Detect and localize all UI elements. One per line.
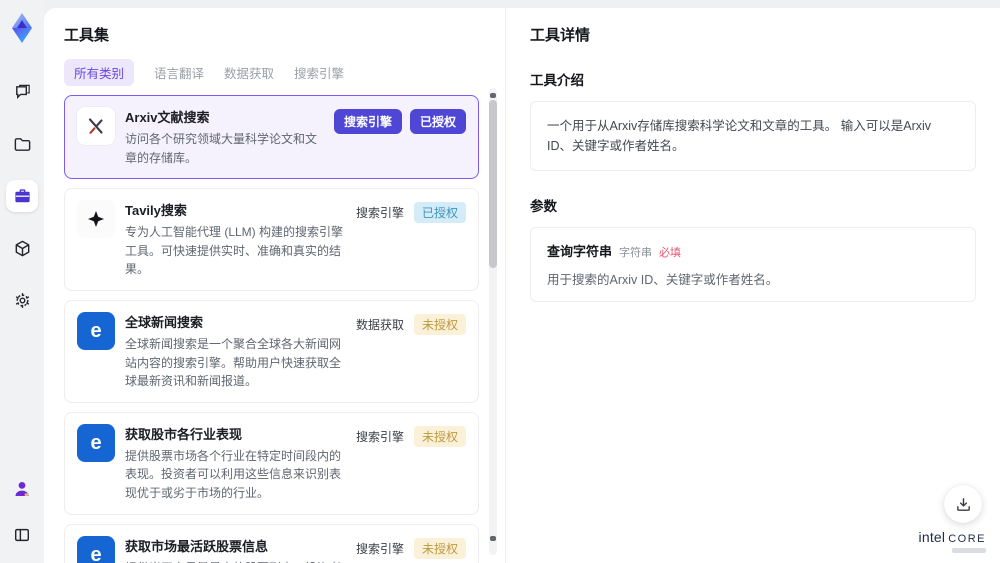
tools-panel: 工具集 所有类别 语言翻译 数据获取 搜索引擎 Arxiv文献搜索 访问各个研究… bbox=[44, 8, 505, 563]
category-label: 搜索引擎 bbox=[355, 429, 404, 444]
news-app-icon: e bbox=[77, 311, 115, 350]
arxiv-icon bbox=[77, 107, 115, 145]
brand-underline bbox=[952, 548, 986, 553]
download-icon bbox=[956, 497, 970, 511]
category-label: 搜索引擎 bbox=[355, 541, 404, 556]
left-rail bbox=[0, 0, 44, 563]
tool-card-sector-performance[interactable]: e 获取股市各行业表现 提供股票市场各个行业在特定时间段内的表现。投资者可以利用… bbox=[64, 411, 479, 515]
rail-nav bbox=[6, 76, 38, 316]
briefcase-icon bbox=[14, 188, 30, 202]
status-badge-authorized: 已授权 bbox=[413, 202, 466, 224]
tool-description: 提供股票市场各个行业在特定时间段内的表现。投资者可以利用这些信息来识别表现优于或… bbox=[125, 448, 342, 500]
download-button[interactable] bbox=[944, 485, 982, 523]
folder-icon bbox=[14, 137, 30, 151]
collapse-sidebar-button[interactable] bbox=[6, 519, 38, 551]
tool-intro-text: 一个用于从Arxiv存储库搜索科学论文和文章的工具。 输入可以是Arxiv ID… bbox=[530, 101, 976, 171]
tool-description: 专为人工智能代理 (LLM) 构建的搜索引擎工具。可快速提供实时、准确和真实的结… bbox=[125, 225, 344, 277]
parameter-type: 字符串 bbox=[619, 247, 653, 259]
list-scrollbar[interactable] bbox=[489, 88, 497, 555]
tool-card-most-active-stocks[interactable]: e 获取市场最活跃股票信息 提供当天交易量最高的股票列表，投资者可以利用这些信息… bbox=[64, 523, 479, 563]
gear-icon bbox=[15, 292, 29, 308]
status-badge-unauthorized: 未授权 bbox=[413, 537, 466, 559]
sidebar-item-files[interactable] bbox=[6, 128, 38, 160]
tab-data-fetch[interactable]: 数据获取 bbox=[224, 63, 274, 82]
tab-language-translation[interactable]: 语言翻译 bbox=[154, 63, 204, 82]
tool-description: 提供当天交易量最高的股票列表，投资者可以利用这些信息来识别流动性强的股票和潜在的… bbox=[125, 559, 346, 563]
tool-details-panel: 工具详情 工具介绍 一个用于从Arxiv存储库搜索科学论文和文章的工具。 输入可… bbox=[505, 8, 1000, 563]
category-tabs: 所有类别 语言翻译 数据获取 搜索引擎 bbox=[64, 58, 505, 86]
chat-icon bbox=[15, 84, 30, 99]
tab-all-categories[interactable]: 所有类别 bbox=[64, 58, 135, 86]
tool-list: Arxiv文献搜索 访问各个研究领域大量科学论文和文章的存储库。 搜索引擎 已授… bbox=[64, 95, 505, 563]
sidebar-item-settings[interactable] bbox=[6, 284, 38, 316]
package-icon bbox=[15, 240, 29, 256]
intro-section-title: 工具介绍 bbox=[530, 73, 584, 88]
app-logo[interactable] bbox=[7, 10, 37, 46]
tab-search-engine[interactable]: 搜索引擎 bbox=[294, 63, 344, 82]
sparkle-icon bbox=[77, 200, 115, 239]
tool-card-global-news[interactable]: e 全球新闻搜索 全球新闻搜索是一个聚合全球各大新闻网站内容的搜索引擎。帮助用户… bbox=[64, 299, 479, 403]
scrollbar-thumb[interactable] bbox=[489, 100, 497, 268]
status-badge-unauthorized: 未授权 bbox=[413, 425, 466, 447]
details-title: 工具详情 bbox=[530, 27, 591, 44]
parameter-required-flag: 必填 bbox=[659, 247, 682, 259]
brand-sub-text: CORE bbox=[948, 533, 986, 545]
status-pill-authorized: 已授权 bbox=[409, 109, 466, 134]
page-title: 工具集 bbox=[64, 27, 110, 44]
tool-description: 全球新闻搜索是一个聚合全球各大新闻网站内容的搜索引擎。帮助用户快速获取全球最新资… bbox=[125, 336, 342, 389]
status-badge-unauthorized: 未授权 bbox=[413, 313, 466, 335]
user-avatar[interactable] bbox=[6, 473, 38, 505]
category-label: 数据获取 bbox=[355, 317, 404, 332]
params-section-title: 参数 bbox=[530, 199, 557, 214]
panel-toggle-icon bbox=[14, 528, 30, 542]
parameter-description: 用于搜索的Arxiv ID、关键字或作者姓名。 bbox=[547, 273, 779, 287]
tool-name: 获取市场最活跃股票信息 bbox=[125, 538, 269, 554]
user-icon bbox=[15, 482, 29, 496]
tool-name: 全球新闻搜索 bbox=[125, 314, 204, 330]
tool-name: 获取股市各行业表现 bbox=[125, 426, 243, 442]
app-surface: 工具集 所有类别 语言翻译 数据获取 搜索引擎 Arxiv文献搜索 访问各个研究… bbox=[44, 8, 1000, 563]
category-label: 搜索引擎 bbox=[355, 206, 404, 221]
news-app-icon: e bbox=[77, 423, 115, 462]
tool-card-tavily[interactable]: Tavily搜索 专为人工智能代理 (LLM) 构建的搜索引擎工具。可快速提供实… bbox=[64, 188, 479, 291]
parameter-name: 查询字符串 bbox=[547, 244, 613, 259]
tool-description: 访问各个研究领域大量科学论文和文章的存储库。 bbox=[125, 132, 318, 165]
category-pill: 搜索引擎 bbox=[333, 109, 402, 134]
brand-text: intel bbox=[918, 529, 946, 545]
sidebar-item-plugins[interactable] bbox=[6, 232, 38, 264]
sidebar-item-tools[interactable] bbox=[6, 180, 38, 212]
sidebar-item-chat[interactable] bbox=[6, 76, 38, 108]
tool-name: Tavily搜索 bbox=[125, 203, 187, 219]
rail-bottom bbox=[6, 473, 38, 551]
tool-name: Arxiv文献搜索 bbox=[125, 110, 210, 125]
news-app-icon: e bbox=[77, 535, 115, 563]
tool-card-arxiv[interactable]: Arxiv文献搜索 访问各个研究领域大量科学论文和文章的存储库。 搜索引擎 已授… bbox=[64, 95, 479, 180]
scrollbar-top-mark bbox=[490, 93, 496, 98]
intel-core-logo: intel CORE bbox=[919, 529, 986, 553]
parameter-item: 查询字符串 字符串 必填 用于搜索的Arxiv ID、关键字或作者姓名。 bbox=[530, 227, 976, 302]
scrollbar-bottom-mark bbox=[490, 536, 496, 541]
